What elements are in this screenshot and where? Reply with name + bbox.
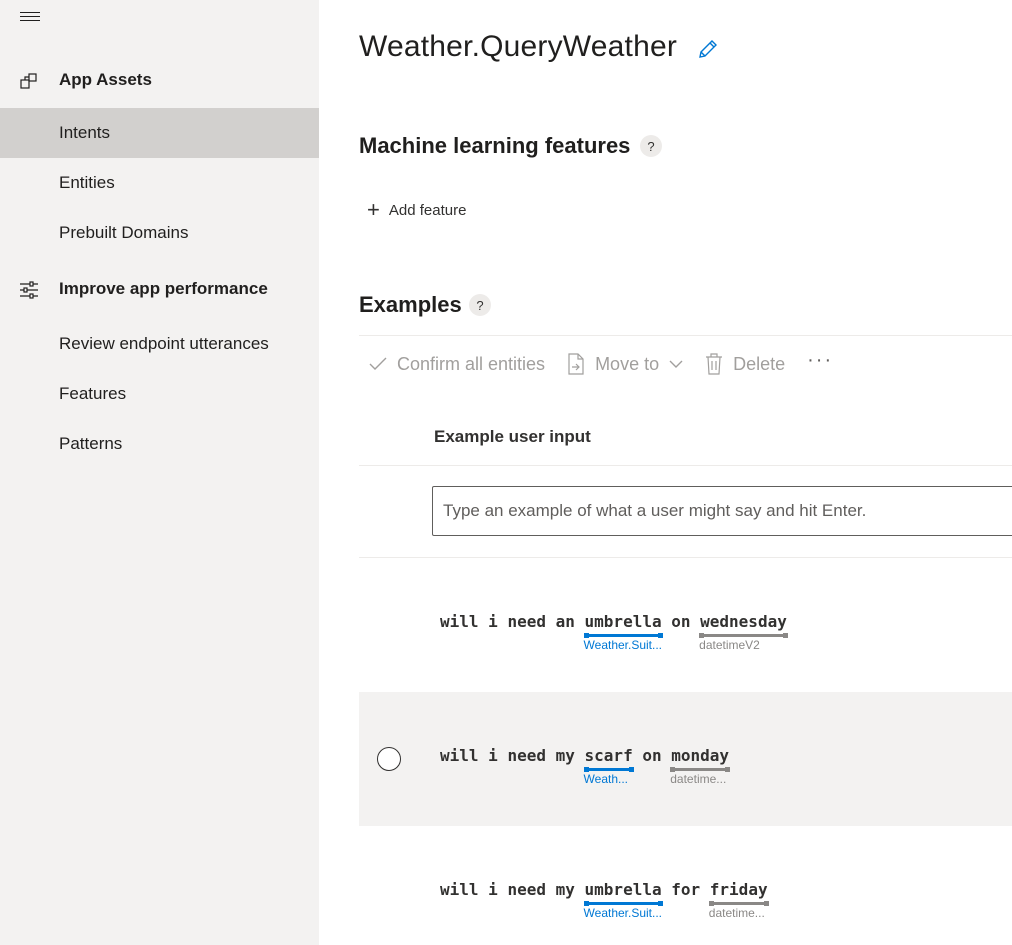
entity-underline[interactable]	[699, 633, 788, 638]
example-utterance-input[interactable]	[432, 486, 1012, 536]
sidebar-item-prebuilt-domains[interactable]: Prebuilt Domains	[0, 208, 319, 258]
row-select-radio[interactable]	[377, 747, 401, 771]
nav-section-app-assets: App Assets	[0, 55, 319, 105]
sliders-icon	[20, 281, 38, 299]
divider	[359, 465, 1012, 466]
utterance-token: will	[440, 880, 479, 899]
sidebar-item-features[interactable]: Features	[0, 369, 319, 419]
sidebar-item-review-endpoint-utterances[interactable]: Review endpoint utterances	[0, 319, 319, 369]
page-title: Weather.QueryWeather	[359, 30, 678, 63]
utterance-token: i	[488, 612, 498, 631]
sidebar-item-label: Patterns	[59, 434, 123, 453]
utterance-row[interactable]: will i need my scarf Weath... on monday da…	[359, 692, 1012, 826]
utterance-text: will i need my umbrella Weather.Suit... f…	[440, 880, 769, 920]
entity-token[interactable]: monday datetime...	[670, 746, 730, 786]
move-document-icon	[568, 353, 584, 375]
utterance-token: need	[507, 746, 546, 765]
add-feature-button[interactable]: + Add feature	[367, 198, 466, 222]
entity-label[interactable]: Weather.Suit...	[584, 638, 663, 652]
checkmark-icon	[369, 357, 387, 370]
entity-label[interactable]: Weather.Suit...	[584, 906, 663, 920]
entity-token[interactable]: friday datetime...	[709, 880, 769, 920]
sidebar-item-label: Prebuilt Domains	[59, 223, 189, 242]
examples-toolbar: Confirm all entities Move to Delete ···	[359, 344, 1012, 384]
entity-token[interactable]: scarf Weath...	[583, 746, 634, 786]
entity-label[interactable]: Weath...	[584, 772, 628, 786]
utterance-row[interactable]: will i need my umbrella Weather.Suit... f…	[359, 826, 1012, 945]
move-to-label: Move to	[595, 353, 660, 374]
more-options-icon[interactable]: ···	[807, 349, 833, 372]
move-to-button[interactable]: Move to	[567, 353, 683, 375]
entity-token[interactable]: umbrella Weather.Suit...	[583, 880, 663, 920]
sidebar-item-entities[interactable]: Entities	[0, 158, 319, 208]
sidebar-item-intents[interactable]: Intents	[0, 108, 319, 158]
entity-underline[interactable]	[583, 767, 634, 772]
entity-underline[interactable]	[670, 767, 730, 772]
examples-help-icon[interactable]: ?	[469, 294, 491, 316]
entity-label[interactable]: datetime...	[670, 772, 726, 786]
entity-token[interactable]: umbrella Weather.Suit...	[583, 612, 663, 652]
pencil-edit-icon[interactable]	[697, 38, 719, 60]
app-assets-icon	[20, 73, 37, 89]
hamburger-menu-icon[interactable]	[20, 12, 40, 26]
left-nav: App Assets Intents Entities Prebuilt Dom…	[0, 0, 319, 945]
sidebar-item-label: Review endpoint utterances	[59, 334, 269, 353]
utterance-token: i	[488, 746, 498, 765]
utterance-token: my	[555, 746, 575, 765]
nav-section-improve-performance: Improve app performance	[0, 264, 319, 314]
sidebar-item-label: Intents	[59, 123, 111, 142]
entity-underline[interactable]	[583, 633, 663, 638]
delete-label: Delete	[733, 353, 786, 374]
sidebar-item-label: Entities	[59, 173, 115, 192]
utterance-token: an	[555, 612, 575, 631]
utterance-token: i	[488, 880, 498, 899]
entity-underline[interactable]	[583, 901, 663, 906]
utterance-token: need	[507, 880, 546, 899]
nav-section-label: Improve app performance	[59, 279, 268, 298]
examples-title: Examples	[359, 292, 462, 317]
entity-underline[interactable]	[708, 901, 769, 906]
utterance-token: will	[440, 746, 479, 765]
utterance-token: my	[555, 880, 575, 899]
ml-features-title: Machine learning features	[359, 133, 631, 158]
divider	[359, 335, 1012, 336]
sidebar-item-patterns[interactable]: Patterns	[0, 419, 319, 469]
main-content: Weather.QueryWeather Machine learning fe…	[319, 0, 1012, 945]
utterance-token: on	[642, 746, 662, 765]
utterance-token: for	[671, 880, 701, 899]
utterance-token: will	[440, 612, 479, 631]
nav-section-label: App Assets	[59, 70, 152, 89]
add-feature-label: Add feature	[388, 201, 467, 219]
sidebar-item-label: Features	[59, 384, 127, 403]
utterance-token: need	[507, 612, 546, 631]
entity-token[interactable]: wednesday datetimeV2	[699, 612, 788, 652]
entity-label[interactable]: datetimeV2	[699, 638, 760, 652]
confirm-all-entities-button[interactable]: Confirm all entities	[369, 354, 545, 375]
plus-icon: +	[367, 197, 380, 222]
ml-features-help-icon[interactable]: ?	[640, 135, 662, 157]
chevron-down-icon	[669, 360, 683, 368]
utterance-text: will i need my scarf Weath... on monday da…	[440, 746, 730, 786]
utterance-text: will i need an umbrella Weather.Suit... o…	[440, 612, 788, 652]
utterance-token: on	[671, 612, 691, 631]
column-header-example-user-input: Example user input	[434, 427, 591, 446]
utterance-row[interactable]: will i need an umbrella Weather.Suit... o…	[359, 558, 1012, 692]
trash-icon	[706, 353, 723, 375]
entity-label[interactable]: datetime...	[709, 906, 765, 920]
delete-button[interactable]: Delete	[705, 353, 785, 375]
confirm-all-entities-label: Confirm all entities	[397, 353, 546, 374]
